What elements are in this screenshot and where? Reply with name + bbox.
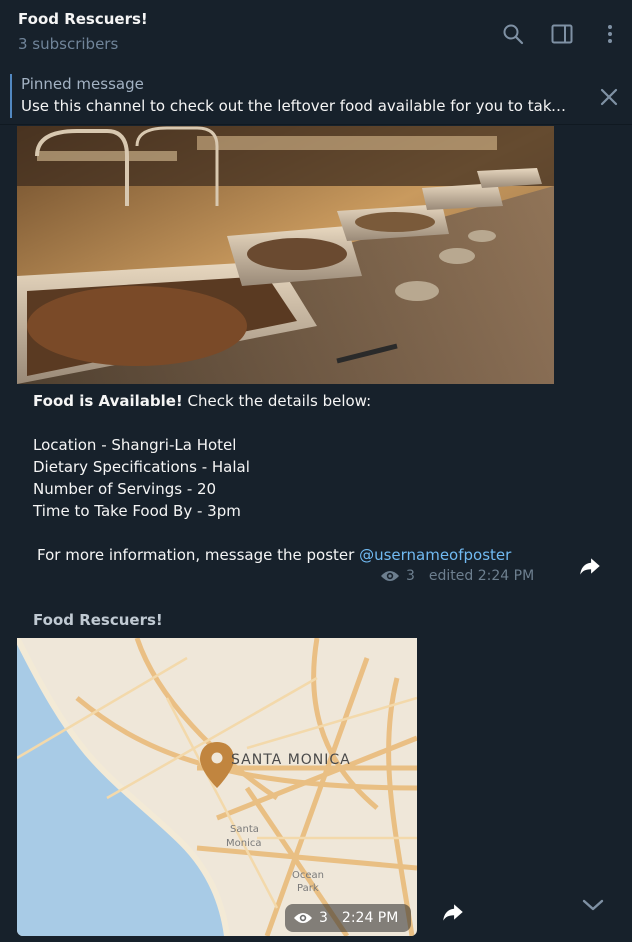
post-heading: Food is Available! Check the details bel… [33, 392, 371, 410]
post2-view-count: 3 [319, 910, 328, 926]
buffet-photo[interactable] [17, 126, 554, 384]
post2-time: 2:24 PM [341, 910, 399, 926]
post-servings: Number of Servings - 20 [33, 480, 217, 498]
pinned-text: Use this channel to check out the leftov… [21, 97, 566, 115]
post1-view-count: 3 [406, 568, 415, 584]
close-icon[interactable] [597, 85, 621, 109]
pinned-message-bar[interactable]: Pinned message Use this channel to check… [0, 68, 632, 125]
scroll-down-icon[interactable] [578, 890, 608, 920]
subscriber-count: 3 subscribers [18, 35, 119, 53]
post2-meta: 3 2:24 PM [285, 904, 411, 932]
post-info: For more information, message the poster… [37, 546, 511, 564]
views-icon [381, 571, 399, 581]
views-icon [294, 913, 312, 923]
post1-edited-time: edited 2:24 PM [428, 568, 535, 584]
channel-title[interactable]: Food Rescuers! [18, 10, 148, 28]
post-heading-rest: Check the details below: [182, 392, 372, 410]
poster-mention-link[interactable]: @usernameofposter [359, 546, 511, 564]
post-info-prefix: For more information, message the poster [37, 546, 360, 564]
post-dietary: Dietary Specifications - Halal [33, 458, 250, 476]
search-icon[interactable] [501, 22, 525, 46]
pinned-label: Pinned message [21, 75, 144, 93]
map-label-park: Park [297, 883, 319, 894]
location-map[interactable]: SANTA MONICA Santa Monica Ocean Park [17, 638, 417, 936]
map-label-monica: Monica [226, 838, 262, 849]
more-options-icon[interactable] [598, 22, 622, 46]
post-location: Location - Shangri-La Hotel [33, 436, 237, 454]
post-heading-bold: Food is Available! [33, 392, 183, 410]
post1-meta: 3 edited 2:24 PM [380, 568, 534, 584]
map-label-city: SANTA MONICA [231, 752, 351, 768]
share-icon[interactable] [577, 553, 603, 579]
share-icon[interactable] [440, 899, 466, 925]
post2-sender[interactable]: Food Rescuers! [33, 611, 163, 629]
sidebar-toggle-icon[interactable] [550, 22, 574, 46]
post-time: Time to Take Food By - 3pm [33, 502, 241, 520]
chat-header: Food Rescuers! 3 subscribers [0, 0, 632, 68]
map-label-ocean: Ocean [292, 870, 324, 881]
pinned-accent-bar [10, 74, 12, 118]
map-label-santa: Santa [230, 824, 259, 835]
